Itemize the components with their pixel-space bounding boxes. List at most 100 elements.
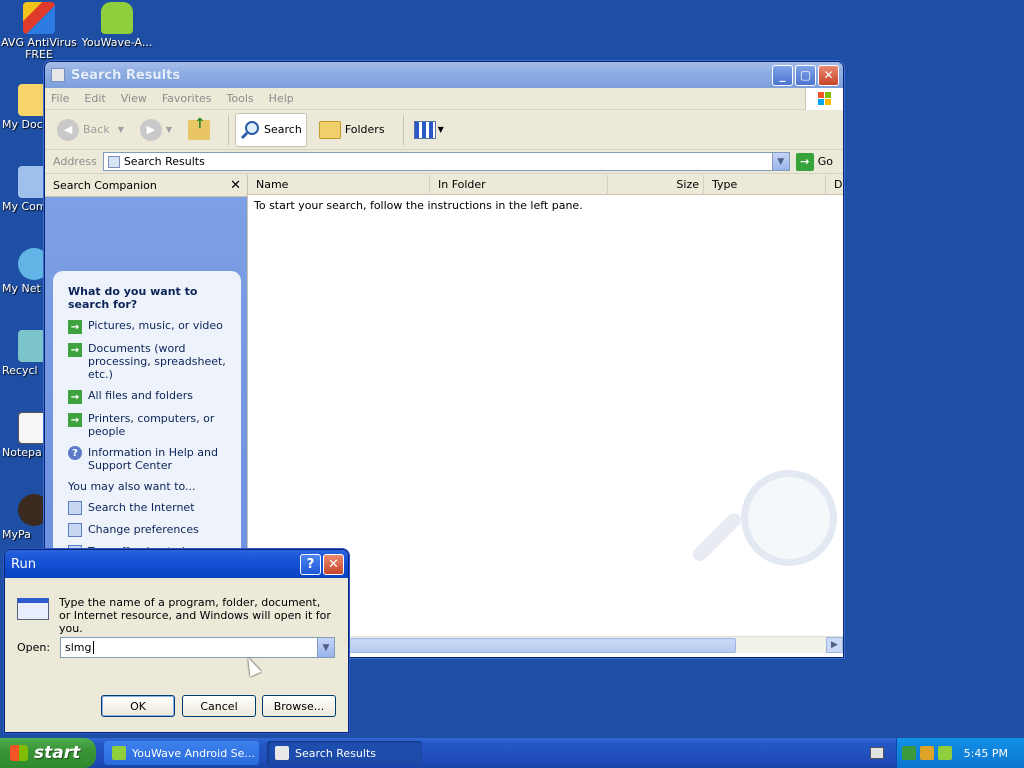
window-titlebar[interactable]: Search Results _ ▢ ✕ [45, 62, 843, 88]
views-icon [413, 120, 436, 139]
chevron-down-icon: ▼ [117, 125, 124, 134]
window-title: Search Results [71, 67, 181, 83]
run-title: Run [11, 556, 36, 572]
address-field[interactable]: Search Results ▼ [102, 152, 790, 171]
column-name[interactable]: Name [248, 175, 430, 195]
run-close-button[interactable]: ✕ [323, 553, 344, 575]
preferences-icon [68, 523, 82, 537]
open-input-value: slmg [65, 641, 92, 654]
forward-button[interactable]: ▶ ▼ [136, 113, 176, 147]
close-button[interactable]: ✕ [818, 64, 839, 86]
help-button[interactable]: ? [300, 553, 321, 575]
help-question-icon: ? [68, 446, 82, 460]
desktop-icon-avg[interactable]: AVG AntiVirus FREE [0, 2, 79, 61]
option-documents[interactable]: → Documents (word processing, spreadshee… [68, 342, 227, 381]
search-button[interactable]: Search [235, 112, 307, 147]
open-input[interactable]: slmg ▼ [60, 637, 335, 658]
go-button[interactable]: → Go [790, 152, 843, 171]
option-change-preferences[interactable]: Change preferences [68, 523, 227, 537]
maximize-button[interactable]: ▢ [795, 64, 816, 86]
address-bar: Address Search Results ▼ → Go [45, 150, 843, 174]
back-button[interactable]: ◀ Back ▼ [53, 113, 128, 147]
standard-toolbar: ◀ Back ▼ ▶ ▼ ↑ Search Folders ▼ [45, 110, 843, 150]
menu-view[interactable]: View [121, 92, 147, 105]
also-want-label: You may also want to... [68, 480, 196, 493]
network-tray-icon[interactable] [901, 746, 916, 760]
option-search-internet[interactable]: Search the Internet [68, 501, 227, 515]
toolbar-separator [402, 114, 404, 145]
menu-favorites[interactable]: Favorites [162, 92, 212, 105]
chevron-down-icon: ▼ [437, 125, 444, 134]
windows-logo-icon [805, 88, 843, 110]
keyboard-icon[interactable] [870, 747, 884, 759]
search-folder-icon [107, 155, 120, 168]
column-in-folder[interactable]: In Folder [430, 175, 608, 195]
run-program-icon [17, 598, 49, 620]
green-arrow-icon: → [68, 343, 82, 357]
forward-arrow-icon: ▶ [139, 118, 162, 141]
search-icon [240, 120, 260, 140]
magnifier-watermark-icon [690, 470, 837, 616]
up-folder-button[interactable]: ↑ [184, 113, 214, 147]
address-label: Address [53, 155, 97, 168]
empty-results-message: To start your search, follow the instruc… [254, 199, 583, 212]
column-size[interactable]: Size [608, 175, 704, 195]
ok-button[interactable]: OK [101, 695, 175, 717]
android-tray-icon[interactable] [937, 746, 952, 760]
search-window-icon [275, 746, 289, 760]
taskbar: start YouWave Android Se... Search Resul… [0, 738, 1024, 768]
column-type[interactable]: Type [704, 175, 826, 195]
chevron-down-icon: ▼ [165, 125, 173, 134]
start-button[interactable]: start [0, 738, 96, 768]
folders-icon [318, 120, 341, 139]
menu-bar: File Edit View Favorites Tools Help [45, 88, 843, 110]
option-printers[interactable]: → Printers, computers, or people [68, 412, 227, 438]
menu-file[interactable]: File [51, 92, 69, 105]
system-tray: 5:45 PM [896, 738, 1024, 768]
address-dropdown-icon[interactable]: ▼ [771, 153, 789, 170]
address-value: Search Results [123, 155, 205, 168]
option-all-files[interactable]: → All files and folders [68, 389, 227, 404]
browse-button[interactable]: Browse... [262, 695, 336, 717]
menu-help[interactable]: Help [269, 92, 294, 105]
internet-search-icon [68, 501, 82, 515]
android-icon [101, 2, 133, 34]
minimize-button[interactable]: _ [772, 64, 793, 86]
android-icon [112, 746, 126, 760]
run-description: Type the name of a program, folder, docu… [59, 596, 331, 635]
pane-header: Search Companion ✕ [45, 175, 247, 197]
green-arrow-icon: → [68, 320, 82, 334]
pane-close-icon[interactable]: ✕ [230, 178, 241, 193]
taskbar-search-results[interactable]: Search Results [267, 741, 422, 765]
green-arrow-icon: → [68, 413, 82, 427]
green-arrow-icon: → [68, 390, 82, 404]
go-arrow-icon: → [795, 152, 814, 171]
menu-edit[interactable]: Edit [84, 92, 105, 105]
option-pictures[interactable]: → Pictures, music, or video [68, 319, 227, 334]
windows-flag-icon [10, 745, 28, 761]
open-label: Open: [17, 641, 51, 654]
scrollbar-thumb[interactable] [348, 638, 736, 653]
avg-tray-icon[interactable] [919, 746, 934, 760]
open-dropdown-icon[interactable]: ▼ [317, 638, 334, 657]
views-button[interactable]: ▼ [410, 113, 448, 147]
clock: 5:45 PM [963, 746, 1008, 760]
column-date[interactable]: D [826, 175, 843, 195]
run-body: Type the name of a program, folder, docu… [5, 578, 348, 728]
cancel-button[interactable]: Cancel [182, 695, 256, 717]
scroll-right-icon[interactable]: ▶ [826, 637, 843, 653]
search-question: What do you want to search for? [68, 285, 198, 311]
search-options-card: What do you want to search for? → Pictur… [53, 271, 241, 561]
run-titlebar[interactable]: Run ? ✕ [5, 550, 348, 578]
column-headers: Name In Folder Size Type D [248, 175, 843, 195]
run-dialog: Run ? ✕ Type the name of a program, fold… [4, 549, 349, 733]
toolbar-separator [228, 114, 230, 145]
option-help-center[interactable]: ? Information in Help and Support Center [68, 446, 227, 472]
folders-button[interactable]: Folders [315, 113, 389, 147]
taskbar-youwave[interactable]: YouWave Android Se... [104, 741, 259, 765]
pane-title: Search Companion [53, 179, 157, 192]
desktop-icon-youwave[interactable]: YouWave-A... [77, 2, 157, 49]
avg-antivirus-icon [23, 2, 55, 34]
menu-tools[interactable]: Tools [227, 92, 254, 105]
search-window-icon [51, 68, 65, 82]
